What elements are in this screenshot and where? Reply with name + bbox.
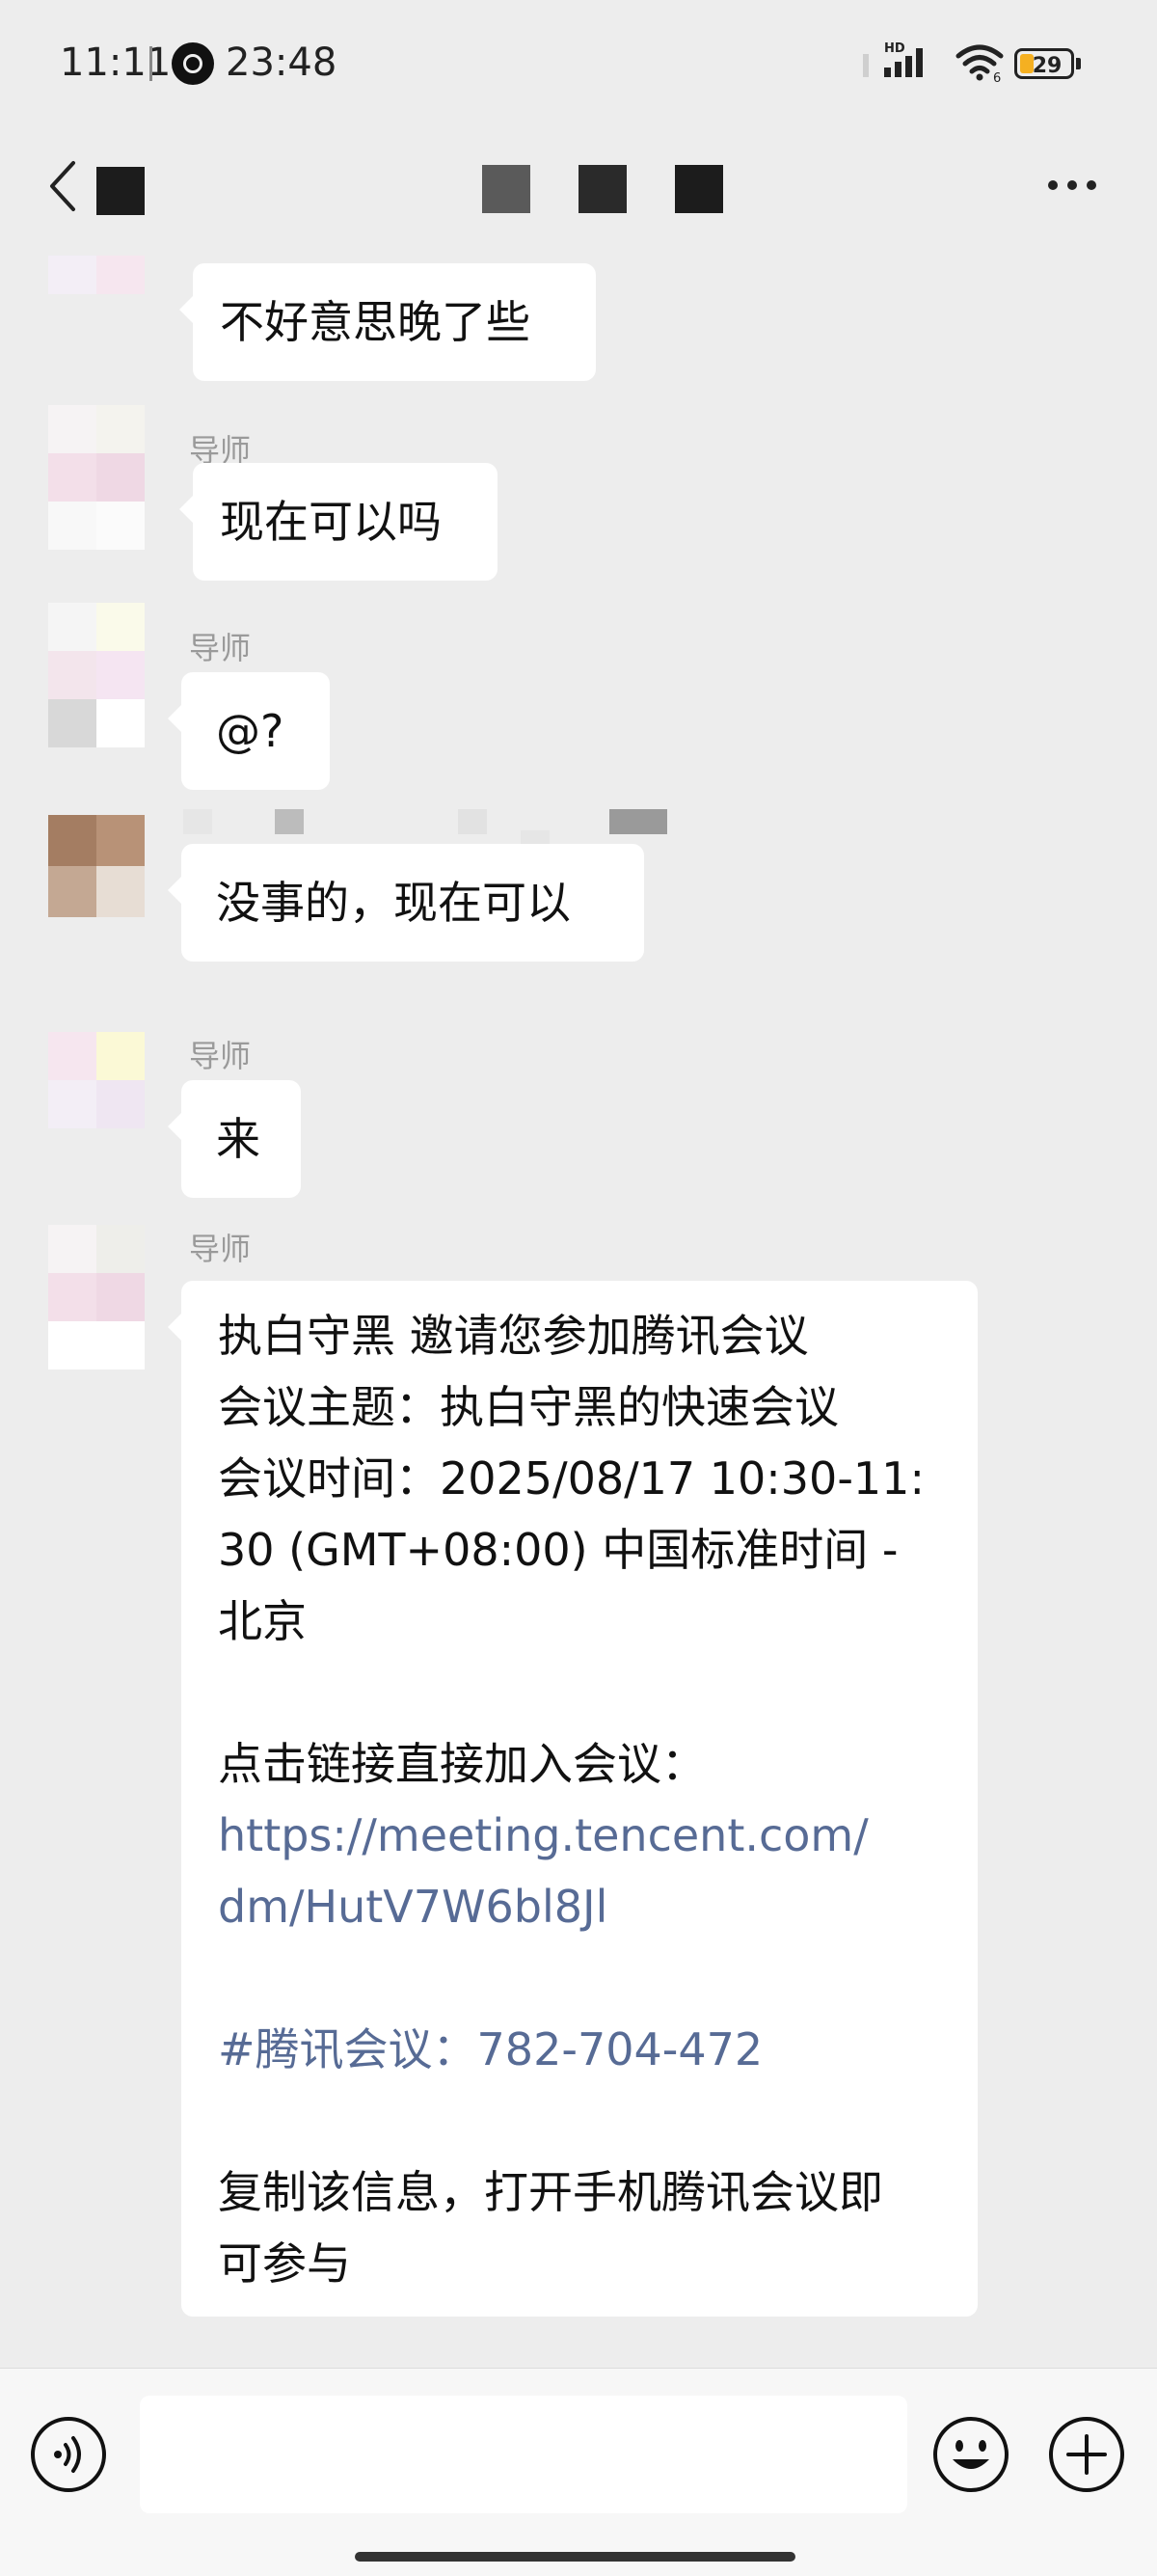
back-chevron-icon[interactable] bbox=[44, 157, 83, 215]
sender-name: 导师 bbox=[189, 630, 252, 666]
message-text: 来 bbox=[216, 1113, 260, 1165]
redacted-title-block bbox=[675, 165, 723, 213]
message-bubble[interactable]: 不好意思晚了些 bbox=[179, 263, 596, 381]
message-text-line: 30 (GMT+08:00) 中国标准时间 - bbox=[218, 1524, 899, 1576]
redacted-title-block bbox=[482, 165, 530, 213]
chat-header bbox=[0, 130, 1157, 256]
avatar[interactable] bbox=[48, 1225, 145, 1369]
message-bubble[interactable]: @? bbox=[168, 672, 330, 790]
meeting-link-text[interactable]: dm/HutV7W6bl8Jl bbox=[218, 1871, 943, 1942]
message-text: 现在可以吗 bbox=[220, 496, 442, 548]
svg-text:6: 6 bbox=[993, 71, 1001, 83]
meeting-link-text[interactable]: #腾讯会议：782-704-472 bbox=[218, 2014, 943, 2085]
status-bar: 11:11 23:48 HD 6 29 bbox=[0, 0, 1157, 130]
signal-hd-icon: HD bbox=[863, 41, 923, 77]
sender-name: 导师 bbox=[189, 1038, 252, 1074]
home-indicator[interactable] bbox=[355, 2552, 795, 2562]
sender-name: 导师 bbox=[189, 1231, 252, 1267]
status-time: 11:11 bbox=[60, 41, 172, 85]
meeting-link-text[interactable]: https://meeting.tencent.com/ bbox=[218, 1800, 943, 1871]
avatar[interactable] bbox=[48, 1032, 145, 1128]
plus-icon[interactable] bbox=[1047, 2415, 1126, 2494]
message-bubble[interactable]: 来 bbox=[168, 1080, 301, 1198]
redacted-title-block bbox=[578, 165, 627, 213]
avatar[interactable] bbox=[48, 815, 145, 917]
message-bubble[interactable]: 没事的，现在可以 bbox=[168, 844, 644, 962]
wifi-icon: 6 bbox=[955, 44, 1004, 83]
message-text-line: 北京 bbox=[218, 1595, 307, 1647]
message-text-line: 可参与 bbox=[218, 2237, 351, 2290]
more-dots-icon[interactable] bbox=[1045, 176, 1099, 194]
emoji-icon[interactable] bbox=[931, 2415, 1010, 2494]
voice-icon[interactable] bbox=[29, 2415, 108, 2494]
status-divider bbox=[149, 46, 152, 81]
battery-icon: 29 bbox=[1014, 48, 1084, 81]
message-text-line: 会议时间：2025/08/17 10:30-11: bbox=[218, 1452, 925, 1505]
avatar[interactable] bbox=[48, 256, 145, 304]
message-text: 不好意思晚了些 bbox=[220, 296, 530, 348]
message-list[interactable]: 不好意思晚了些 导师 现在可以吗 导师 @? 没事的，现在可以 导师 来 导师 … bbox=[0, 256, 1157, 2368]
battery-level: 29 bbox=[1032, 54, 1063, 78]
avatar[interactable] bbox=[48, 405, 145, 550]
message-bubble[interactable]: 现在可以吗 bbox=[179, 463, 498, 581]
status-secondary-clock: 23:48 bbox=[226, 41, 337, 85]
message-text: 没事的，现在可以 bbox=[216, 877, 571, 929]
input-bar bbox=[0, 2368, 1157, 2576]
meeting-invite-bubble[interactable]: 执白守黑 邀请您参加腾讯会议 会议主题：执白守黑的快速会议会议时间：2025/08… bbox=[168, 1281, 978, 2317]
redacted-title-block bbox=[96, 167, 145, 215]
message-input[interactable] bbox=[140, 2396, 907, 2513]
message-text-line: 会议主题：执白守黑的快速会议 bbox=[218, 1381, 839, 1433]
message-text-line: 复制该信息，打开手机腾讯会议即 bbox=[218, 2166, 883, 2218]
svg-text:HD: HD bbox=[884, 41, 905, 56]
alarm-clock-icon bbox=[172, 42, 214, 85]
message-text-line: 点击链接直接加入会议： bbox=[218, 1738, 706, 1790]
message-text: @? bbox=[216, 705, 284, 757]
message-text-line: 执白守黑 邀请您参加腾讯会议 bbox=[218, 1310, 809, 1362]
avatar[interactable] bbox=[48, 603, 145, 747]
